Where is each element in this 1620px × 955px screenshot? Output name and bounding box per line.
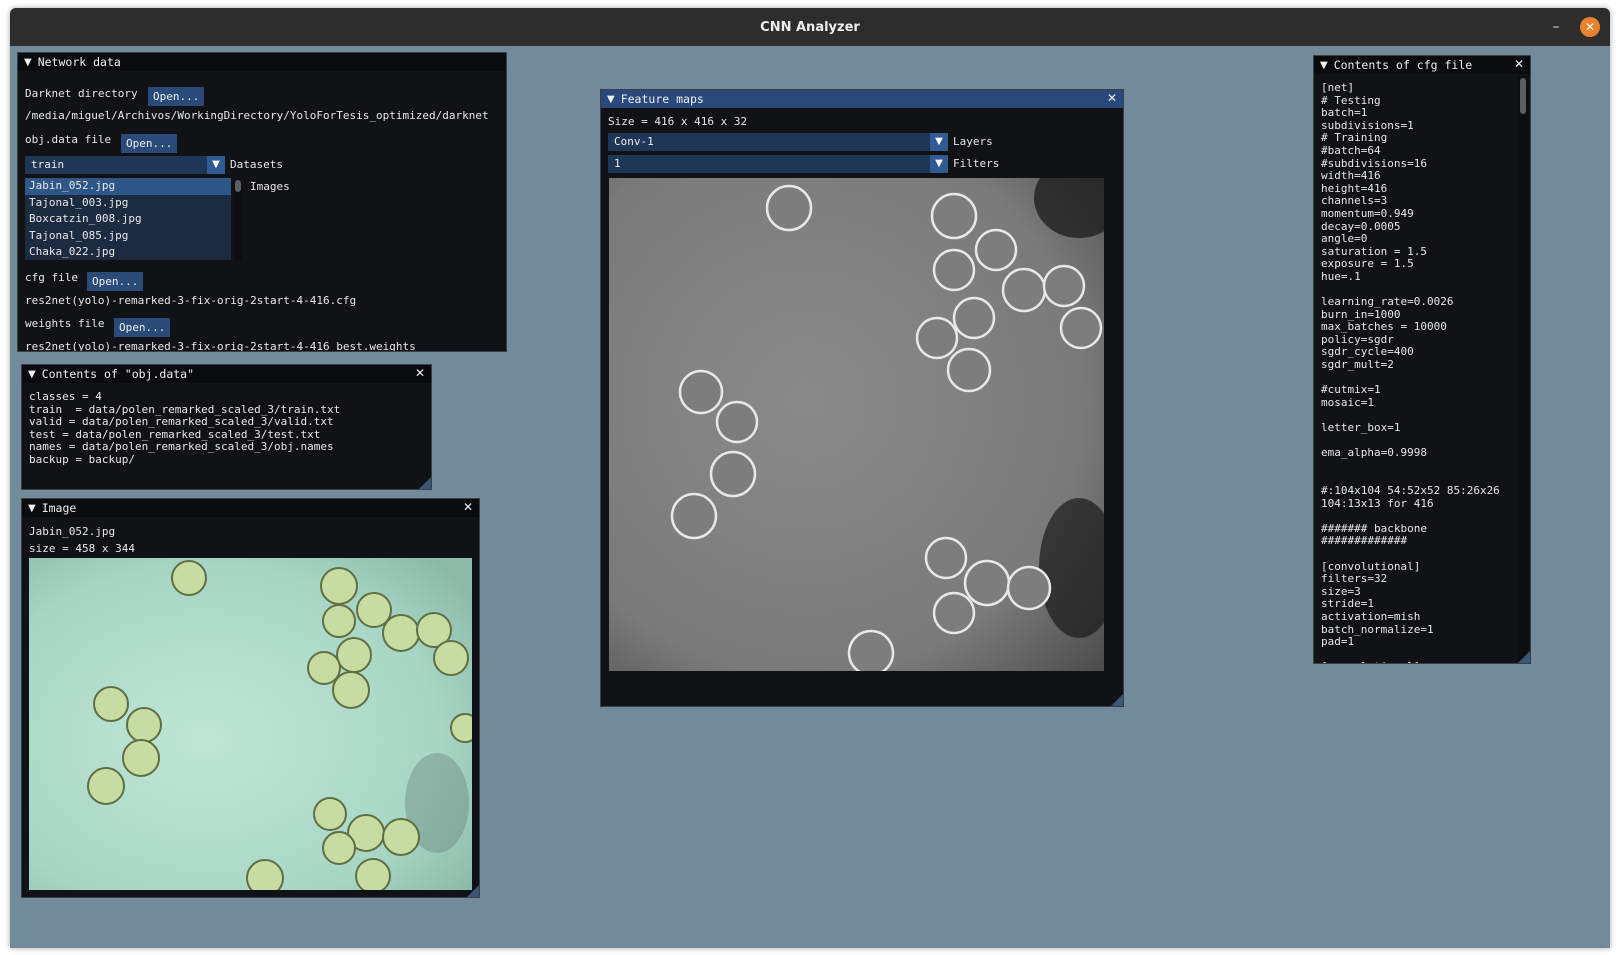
cfg-titlebar[interactable]: ▼ Contents of cfg file ✕ xyxy=(1314,56,1530,74)
network-data-panel: ▼ Network data Darknet directory Open...… xyxy=(17,52,507,352)
filters-select[interactable]: 1 ▼ xyxy=(608,155,948,173)
panel-title: Image xyxy=(41,501,77,515)
images-listbox[interactable]: Jabin_052.jpg Tajonal_003.jpg Boxcatzin_… xyxy=(25,178,231,260)
feature-map-image xyxy=(609,178,1104,671)
collapse-arrow-icon[interactable]: ▼ xyxy=(24,57,32,68)
cfg-scroll-thumb[interactable] xyxy=(1520,78,1526,114)
collapse-arrow-icon[interactable]: ▼ xyxy=(28,503,36,514)
chevron-down-icon[interactable]: ▼ xyxy=(930,155,948,173)
weights-file-value: res2net(yolo)-remarked-3-fix-orig-2start… xyxy=(25,340,416,352)
filters-label: Filters xyxy=(953,157,1000,170)
cfg-file-label: cfg file xyxy=(25,271,78,284)
resize-grip[interactable] xyxy=(467,885,479,897)
panel-title: Contents of "obj.data" xyxy=(41,367,195,381)
image-list-item[interactable]: Chaka_022.jpg xyxy=(25,244,231,261)
darknet-directory-label: Darknet directory xyxy=(25,87,138,100)
resize-grip[interactable] xyxy=(1111,694,1123,706)
resize-grip[interactable] xyxy=(419,477,431,489)
panel-title: Network data xyxy=(37,55,121,69)
app-window: CNN Analyzer – ✕ ▼ Network data Darknet … xyxy=(10,8,1610,948)
images-scrollbar[interactable] xyxy=(234,180,242,260)
close-icon[interactable]: ✕ xyxy=(1514,57,1524,71)
collapse-arrow-icon[interactable]: ▼ xyxy=(28,369,36,380)
feature-map-size: Size = 416 x 416 x 32 xyxy=(608,115,748,128)
weights-file-label: weights file xyxy=(25,317,105,330)
cfg-scrollbar[interactable] xyxy=(1518,76,1528,661)
image-filename: Jabin_052.jpg xyxy=(29,525,116,538)
datasets-label: Datasets xyxy=(230,158,283,171)
cfg-text: [net] # Testing batch=1 subdivisions=1 #… xyxy=(1321,81,1500,663)
pollen-microscope-image xyxy=(29,558,472,890)
layers-label: Layers xyxy=(953,135,993,148)
weights-open-button[interactable]: Open... xyxy=(114,318,171,337)
chevron-down-icon[interactable]: ▼ xyxy=(207,156,225,174)
image-titlebar[interactable]: ▼ Image ✕ xyxy=(22,499,479,517)
window-title: CNN Analyzer xyxy=(760,19,860,35)
dataset-select[interactable]: train ▼ xyxy=(25,156,225,174)
network-data-titlebar[interactable]: ▼ Network data xyxy=(18,53,506,71)
layers-select[interactable]: Conv-1 ▼ xyxy=(608,133,948,151)
feature-maps-panel: ▼ Feature maps ✕ Size = 416 x 416 x 32 C… xyxy=(600,89,1124,707)
collapse-arrow-icon[interactable]: ▼ xyxy=(1320,60,1328,71)
darknet-open-button[interactable]: Open... xyxy=(148,87,205,106)
close-window-button[interactable]: ✕ xyxy=(1580,17,1600,37)
cfg-contents-panel: ▼ Contents of cfg file ✕ [net] # Testing… xyxy=(1313,55,1531,664)
darknet-path: /media/miguel/Archivos/WorkingDirectory/… xyxy=(25,109,489,122)
dataset-value: train xyxy=(31,158,65,171)
image-panel: ▼ Image ✕ Jabin_052.jpg size = 458 x 344 xyxy=(21,498,480,898)
images-scroll-thumb[interactable] xyxy=(235,180,241,192)
close-icon[interactable]: ✕ xyxy=(415,366,425,380)
minimize-button[interactable]: – xyxy=(1546,17,1566,37)
cfg-file-value: res2net(yolo)-remarked-3-fix-orig-2start… xyxy=(25,294,357,307)
close-icon[interactable]: ✕ xyxy=(463,500,473,514)
collapse-arrow-icon[interactable]: ▼ xyxy=(607,94,615,105)
feature-maps-titlebar[interactable]: ▼ Feature maps ✕ xyxy=(601,90,1123,108)
cfg-open-button[interactable]: Open... xyxy=(87,272,144,291)
image-list-item[interactable]: Tajonal_003.jpg xyxy=(25,195,231,212)
image-size: size = 458 x 344 xyxy=(29,542,135,555)
objdata-file-label: obj.data file xyxy=(25,133,112,146)
panel-title: Feature maps xyxy=(620,92,704,106)
filter-value: 1 xyxy=(614,157,621,170)
title-bar[interactable]: CNN Analyzer – ✕ xyxy=(10,8,1610,46)
close-icon[interactable]: ✕ xyxy=(1107,91,1117,105)
objdata-titlebar[interactable]: ▼ Contents of "obj.data" ✕ xyxy=(22,365,431,383)
objdata-open-button[interactable]: Open... xyxy=(121,134,178,153)
image-list-item[interactable]: Jabin_052.jpg xyxy=(25,178,231,195)
panel-title: Contents of cfg file xyxy=(1333,58,1473,72)
chevron-down-icon[interactable]: ▼ xyxy=(930,133,948,151)
image-list-item[interactable]: Tajonal_085.jpg xyxy=(25,228,231,245)
layer-value: Conv-1 xyxy=(614,135,654,148)
objdata-contents-panel: ▼ Contents of "obj.data" ✕ classes = 4 t… xyxy=(21,364,432,490)
images-label: Images xyxy=(250,180,290,193)
resize-grip[interactable] xyxy=(1518,651,1530,663)
objdata-text: classes = 4 train = data/polen_remarked_… xyxy=(29,390,341,466)
image-list-item[interactable]: Boxcatzin_008.jpg xyxy=(25,211,231,228)
